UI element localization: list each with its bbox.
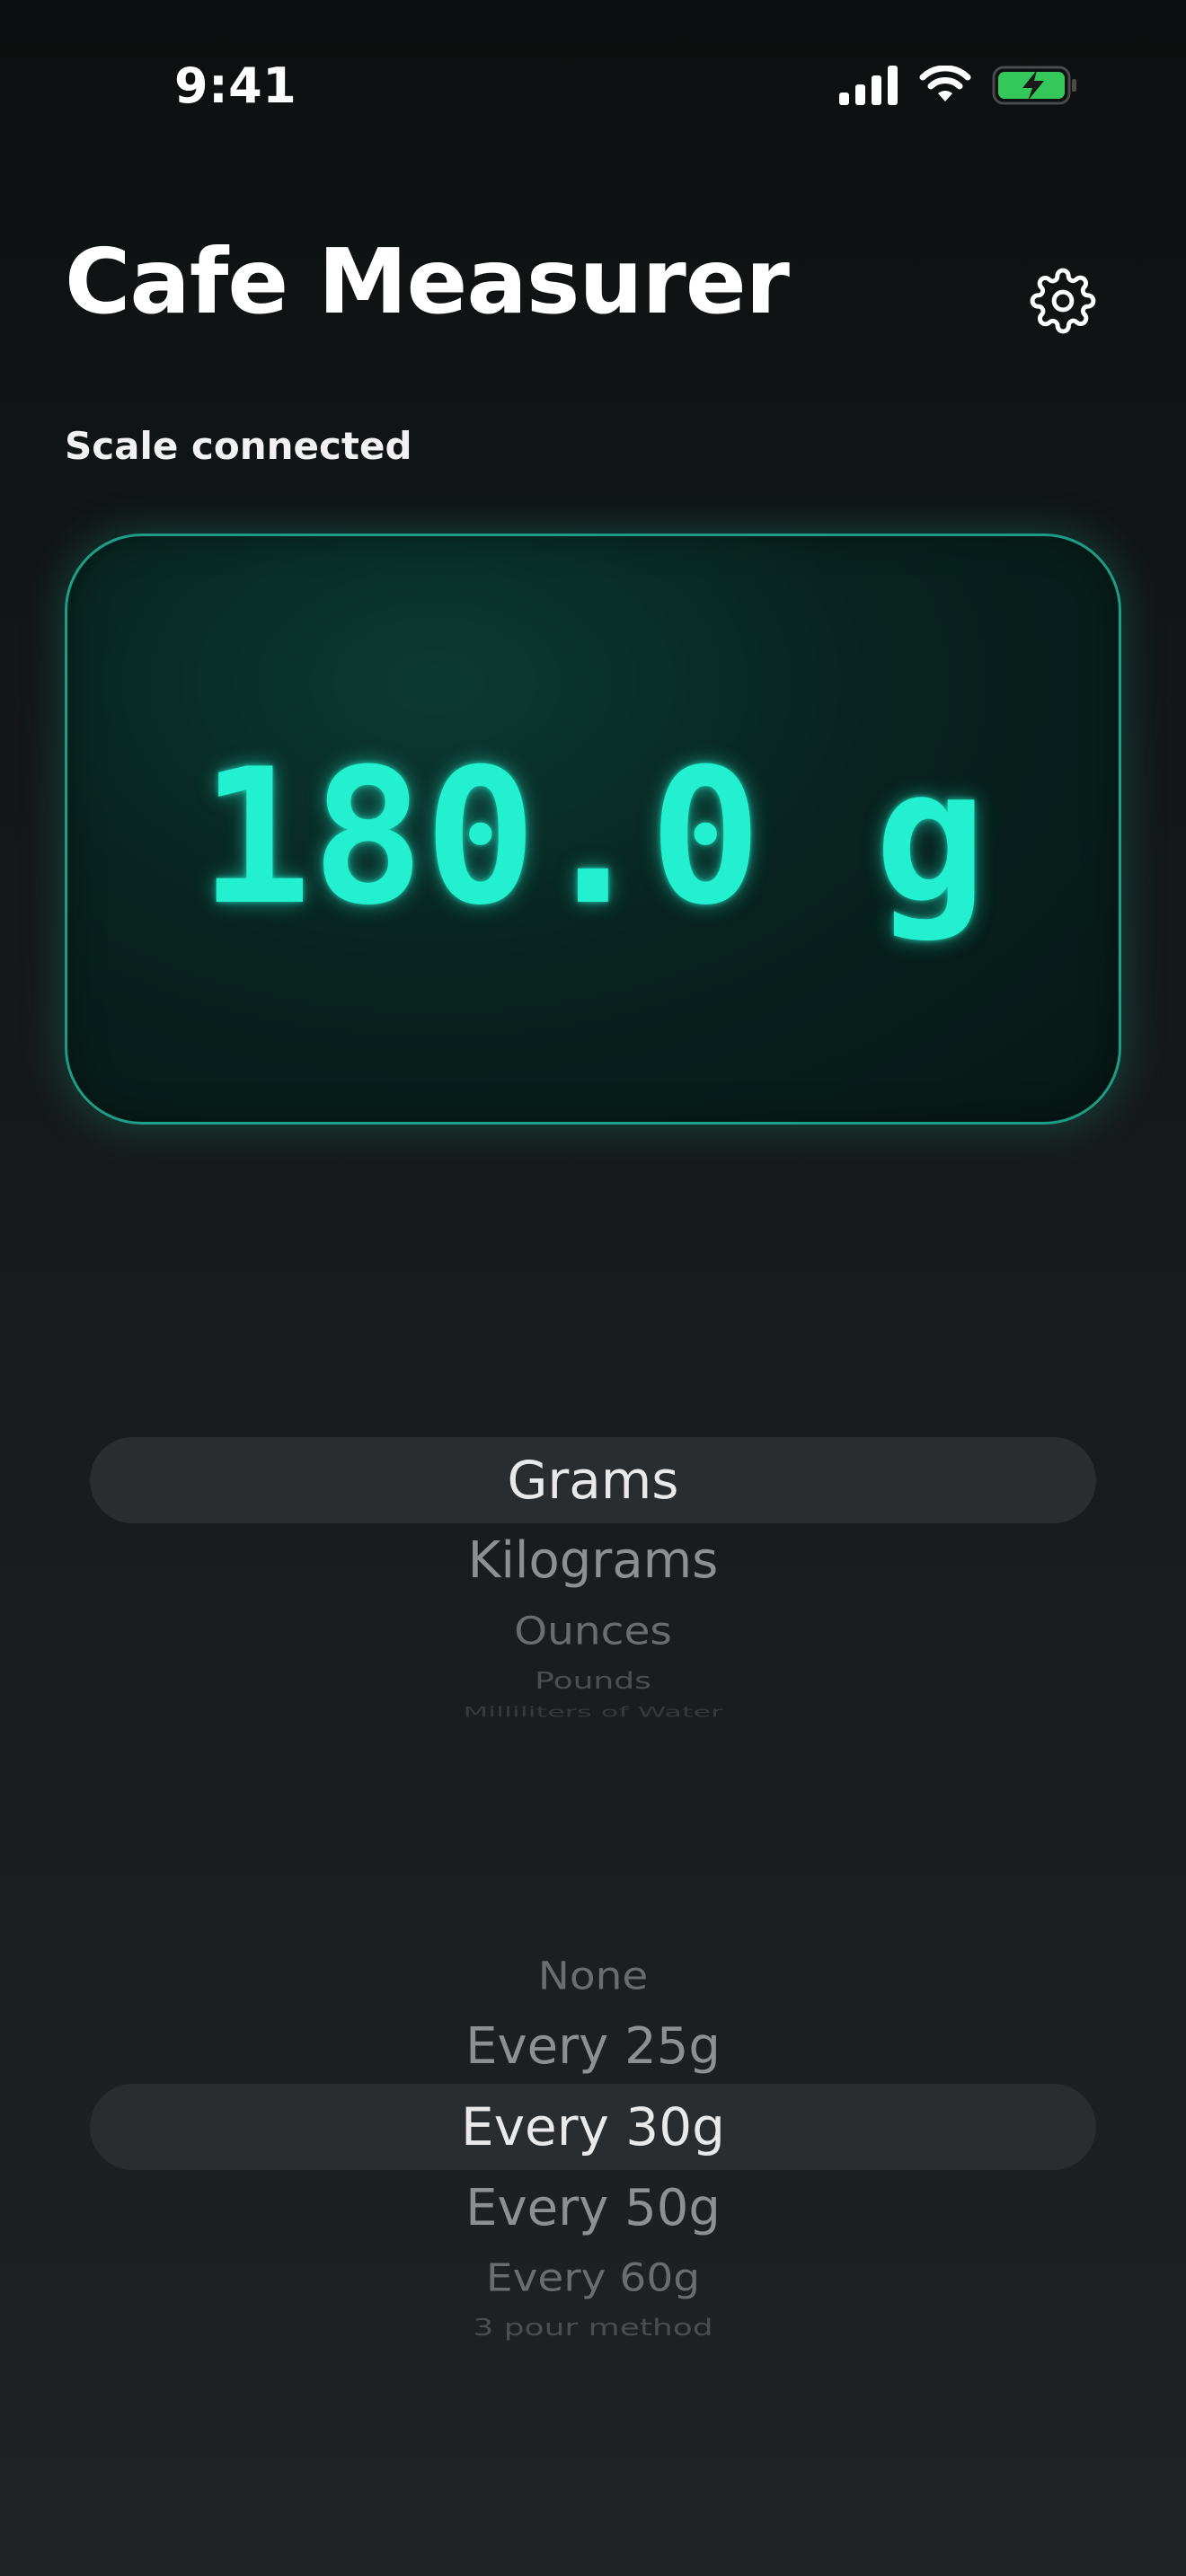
page-title: Cafe Measurer (65, 229, 790, 334)
picker-item[interactable]: Ounces (90, 1612, 1096, 1650)
picker-item[interactable]: None (90, 1957, 1096, 1995)
status-icons (839, 65, 1078, 106)
picker-item[interactable]: Every 25g (90, 2022, 1096, 2072)
pour-interval-picker[interactable]: None Every 25g Every 30g Every 50g Every… (90, 1940, 1096, 2353)
unit-picker[interactable]: Grams Kilograms Ounces Pounds Milliliter… (90, 1437, 1096, 1725)
weight-readout: 180.0 g (199, 729, 987, 947)
settings-button[interactable] (1022, 260, 1103, 341)
status-time: 9:41 (174, 57, 297, 114)
status-bar: 9:41 (0, 0, 1186, 171)
scale-connection-status: Scale connected (65, 424, 412, 468)
battery-charging-icon (992, 66, 1076, 105)
picker-item[interactable]: Every 60g (90, 2259, 1096, 2297)
picker-item[interactable]: Kilograms (90, 1536, 1096, 1586)
weight-display: 180.0 g (65, 534, 1121, 1125)
picker-item[interactable]: Grams (90, 1454, 1096, 1506)
picker-item[interactable]: 3 pour method (90, 2316, 1096, 2340)
wifi-icon (919, 66, 971, 101)
picker-item[interactable]: Milliliters of Water (90, 1705, 1096, 1719)
cellular-signal-icon (839, 66, 898, 105)
picker-item[interactable]: Every 30g (90, 2101, 1096, 2153)
gear-icon (1030, 268, 1096, 334)
picker-item[interactable]: Pounds (90, 1670, 1096, 1693)
picker-item[interactable]: Every 50g (90, 2183, 1096, 2234)
